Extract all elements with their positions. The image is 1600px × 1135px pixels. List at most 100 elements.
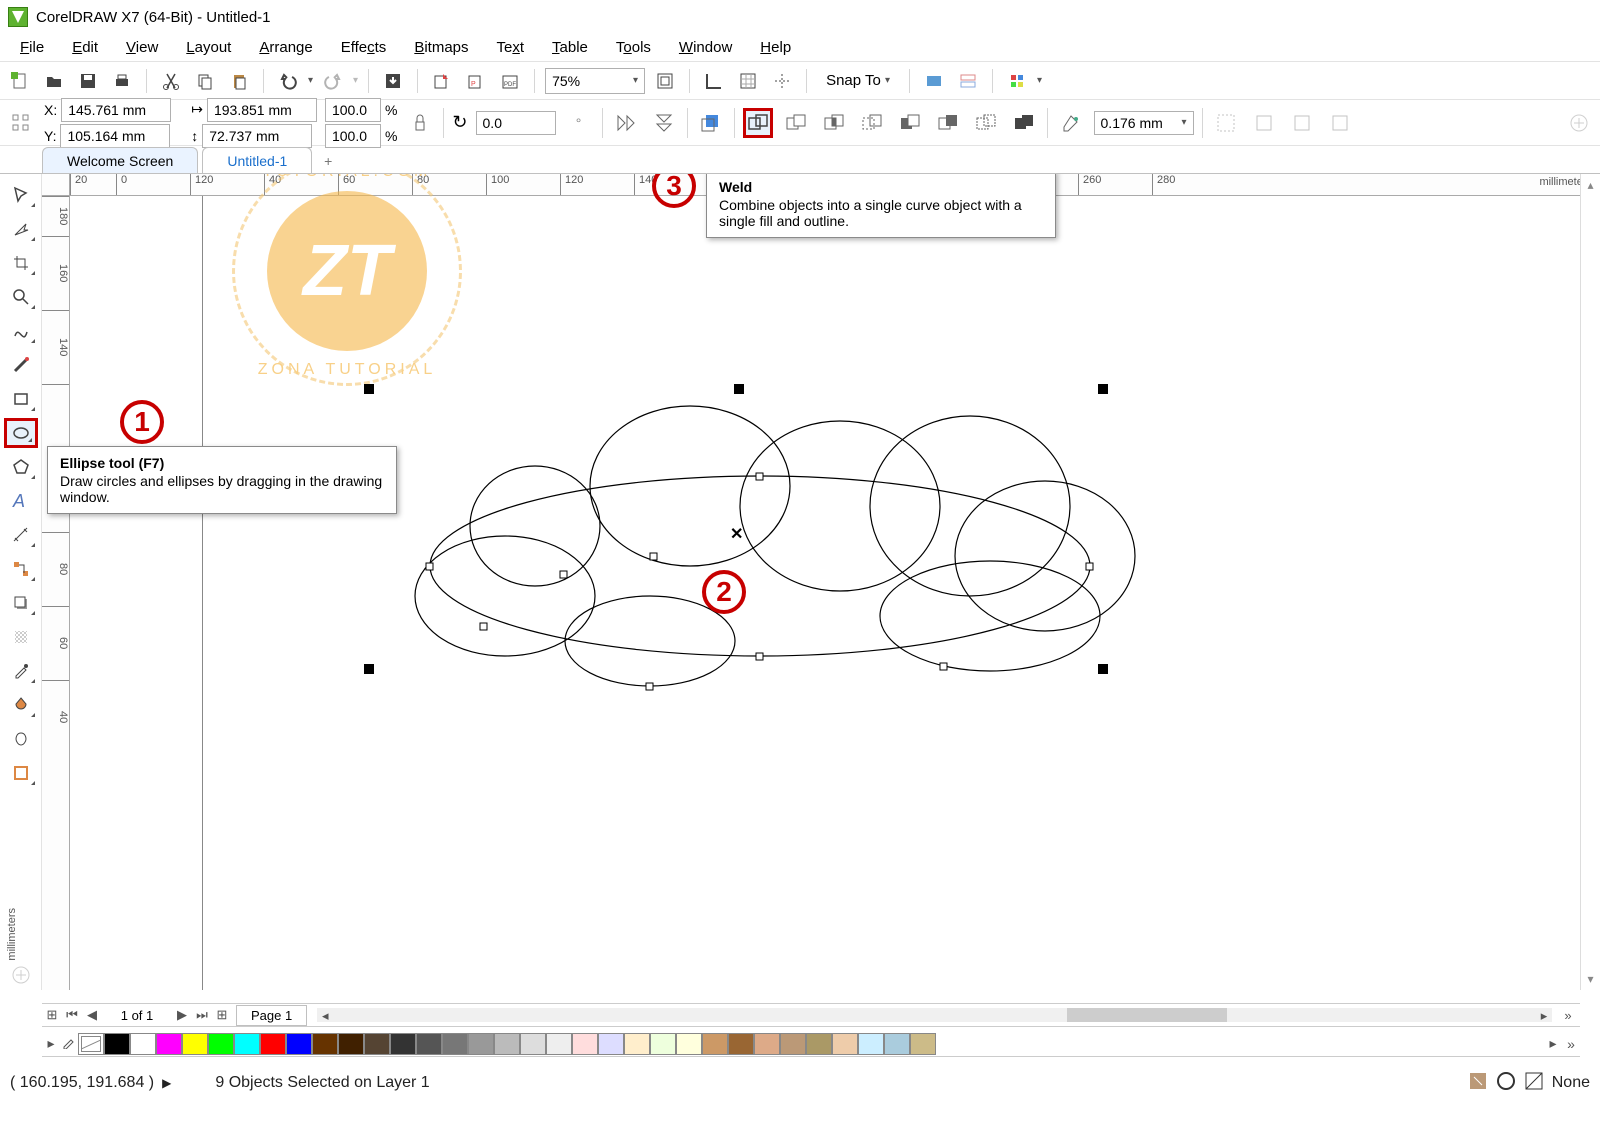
palette-scroll-right[interactable]: ▸ bbox=[1544, 1035, 1562, 1052]
page-prev[interactable]: ◀ bbox=[82, 1007, 102, 1023]
menu-edit[interactable]: Edit bbox=[58, 35, 112, 60]
new-doc-button[interactable] bbox=[6, 67, 34, 95]
page-first[interactable]: ⏮ bbox=[62, 1007, 82, 1023]
lock-ratio-button[interactable] bbox=[405, 108, 435, 138]
publish-pdf-button[interactable]: P bbox=[462, 67, 490, 95]
ruler-origin[interactable] bbox=[42, 174, 70, 196]
tab-add-button[interactable]: + bbox=[316, 149, 340, 173]
swatch-none[interactable] bbox=[78, 1033, 104, 1055]
fill-swatch-icon[interactable] bbox=[1496, 1071, 1516, 1096]
import-button[interactable] bbox=[379, 67, 407, 95]
color-swatch[interactable] bbox=[416, 1033, 442, 1055]
menu-table[interactable]: Table bbox=[538, 35, 602, 60]
convert-button[interactable] bbox=[1249, 108, 1279, 138]
front-minus-back-button[interactable] bbox=[895, 108, 925, 138]
menu-window[interactable]: Window bbox=[665, 35, 746, 60]
tab-untitled[interactable]: Untitled-1 bbox=[202, 147, 312, 173]
smart-fill-tool[interactable] bbox=[4, 724, 38, 754]
menu-view[interactable]: View bbox=[112, 35, 172, 60]
color-swatch[interactable] bbox=[754, 1033, 780, 1055]
options2-button[interactable] bbox=[954, 67, 982, 95]
print-button[interactable] bbox=[108, 67, 136, 95]
menu-bitmaps[interactable]: Bitmaps bbox=[400, 35, 482, 60]
color-swatch[interactable] bbox=[624, 1033, 650, 1055]
page-last[interactable]: ⏭ bbox=[192, 1007, 212, 1023]
text-tool[interactable]: A bbox=[4, 486, 38, 516]
trim-button[interactable] bbox=[781, 108, 811, 138]
menu-effects[interactable]: Effects bbox=[327, 35, 401, 60]
page-tab-1[interactable]: Page 1 bbox=[236, 1005, 307, 1026]
freehand-tool[interactable] bbox=[4, 316, 38, 346]
color-swatch[interactable] bbox=[728, 1033, 754, 1055]
paste-button[interactable] bbox=[225, 67, 253, 95]
color-swatch[interactable] bbox=[130, 1033, 156, 1055]
transparency-tool[interactable] bbox=[4, 622, 38, 652]
add-tool-button[interactable] bbox=[4, 960, 38, 990]
copy-button[interactable] bbox=[191, 67, 219, 95]
scale-x-field[interactable]: 100.0 bbox=[325, 98, 381, 122]
menu-tools[interactable]: Tools bbox=[602, 35, 665, 60]
color-swatch[interactable] bbox=[676, 1033, 702, 1055]
origin-button[interactable] bbox=[6, 108, 36, 138]
grid-button[interactable] bbox=[734, 67, 762, 95]
menu-file[interactable]: File bbox=[6, 35, 58, 60]
color-swatch[interactable] bbox=[832, 1033, 858, 1055]
menu-layout[interactable]: Layout bbox=[172, 35, 245, 60]
expand-icon[interactable]: » bbox=[1556, 1008, 1580, 1023]
color-swatch[interactable] bbox=[780, 1033, 806, 1055]
artistic-media-tool[interactable] bbox=[4, 350, 38, 380]
docker-rail[interactable]: ▴▾ bbox=[1580, 174, 1600, 990]
add-button[interactable] bbox=[1564, 108, 1594, 138]
guides-button[interactable] bbox=[768, 67, 796, 95]
color-swatch[interactable] bbox=[312, 1033, 338, 1055]
rotation-flyout[interactable]: ° bbox=[564, 108, 594, 138]
save-button[interactable] bbox=[74, 67, 102, 95]
color-swatch[interactable] bbox=[442, 1033, 468, 1055]
convert3-button[interactable] bbox=[1325, 108, 1355, 138]
outline-width-field[interactable]: 0.176 mm▾ bbox=[1094, 111, 1194, 135]
drop-shadow-tool[interactable] bbox=[4, 588, 38, 618]
color-swatch[interactable] bbox=[494, 1033, 520, 1055]
scale-y-field[interactable]: 100.0 bbox=[325, 124, 381, 148]
mirror-h-button[interactable] bbox=[611, 108, 641, 138]
shape-tool[interactable] bbox=[4, 214, 38, 244]
color-swatch[interactable] bbox=[806, 1033, 832, 1055]
color-swatch[interactable] bbox=[390, 1033, 416, 1055]
page-add-start[interactable]: ⊞ bbox=[42, 1007, 62, 1023]
fullscreen-button[interactable] bbox=[651, 67, 679, 95]
export-button[interactable] bbox=[428, 67, 456, 95]
color-swatch[interactable] bbox=[234, 1033, 260, 1055]
zoom-level-select[interactable]: 75%▾ bbox=[545, 68, 645, 94]
pick-tool[interactable] bbox=[4, 180, 38, 210]
convert2-button[interactable] bbox=[1287, 108, 1317, 138]
color-swatch[interactable] bbox=[156, 1033, 182, 1055]
color-swatch[interactable] bbox=[650, 1033, 676, 1055]
combine-button[interactable] bbox=[1009, 108, 1039, 138]
open-button[interactable] bbox=[40, 67, 68, 95]
wrap-button[interactable] bbox=[1211, 108, 1241, 138]
color-swatch[interactable] bbox=[286, 1033, 312, 1055]
height-field[interactable]: 72.737 mm bbox=[202, 124, 312, 148]
polygon-tool[interactable] bbox=[4, 452, 38, 482]
page-next[interactable]: ▶ bbox=[172, 1007, 192, 1023]
page-add-end[interactable]: ⊞ bbox=[212, 1007, 232, 1023]
h-scrollbar[interactable]: ◂▸ bbox=[317, 1008, 1552, 1022]
color-swatch[interactable] bbox=[546, 1033, 572, 1055]
cut-button[interactable] bbox=[157, 67, 185, 95]
launcher-button[interactable] bbox=[1003, 67, 1031, 95]
menu-arrange[interactable]: Arrange bbox=[245, 35, 326, 60]
eyedropper-icon[interactable] bbox=[60, 1035, 78, 1052]
weld-button[interactable] bbox=[743, 108, 773, 138]
outline-tool[interactable] bbox=[4, 758, 38, 788]
boundary-button[interactable] bbox=[971, 108, 1001, 138]
dimension-tool[interactable] bbox=[4, 520, 38, 550]
menu-help[interactable]: Help bbox=[746, 35, 805, 60]
undo-button[interactable] bbox=[274, 67, 302, 95]
interactive-fill-tool[interactable] bbox=[4, 690, 38, 720]
color-swatch[interactable] bbox=[338, 1033, 364, 1055]
tab-welcome[interactable]: Welcome Screen bbox=[42, 147, 198, 173]
play-icon[interactable]: ▶ bbox=[162, 1076, 171, 1090]
snap-to-button[interactable]: Snap To ▾ bbox=[817, 67, 899, 95]
palette-expand[interactable]: » bbox=[1562, 1036, 1580, 1052]
palette-up[interactable]: ▸ bbox=[42, 1035, 60, 1052]
